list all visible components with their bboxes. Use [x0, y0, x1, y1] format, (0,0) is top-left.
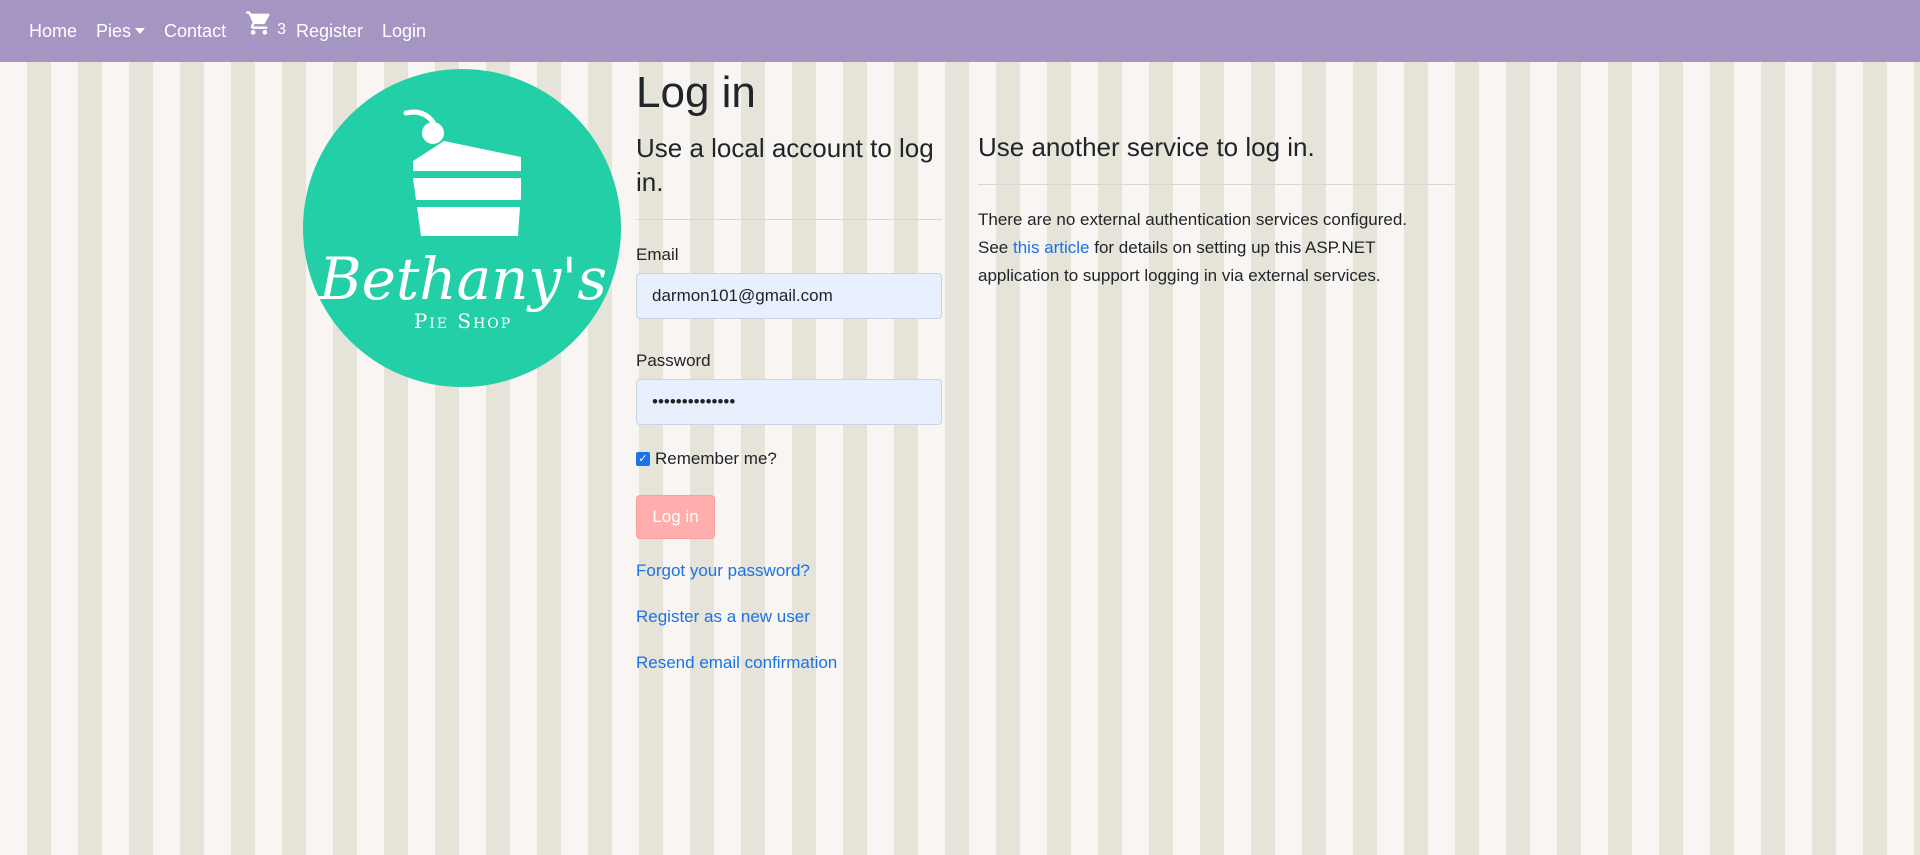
nav-login-link[interactable]: Login [382, 21, 426, 42]
divider [636, 219, 942, 220]
navbar: Home Pies Contact 3 Register Login [0, 0, 1920, 62]
divider [978, 184, 1455, 185]
remember-me-row: ✓ Remember me? [636, 449, 942, 469]
local-account-heading: Use a local account to log in. [636, 133, 934, 197]
external-info-text: There are no external authentication ser… [978, 206, 1455, 290]
forgot-password-link[interactable]: Forgot your password? [636, 561, 942, 581]
external-login-section: Use another service to log in. There are… [978, 62, 1455, 290]
cart-count-badge: 3 [277, 21, 286, 38]
password-label: Password [636, 351, 711, 370]
external-info-see: See [978, 238, 1013, 257]
shopping-cart-icon [246, 11, 270, 35]
nav-register-link[interactable]: Register [296, 21, 363, 42]
remember-me-checkbox[interactable]: ✓ [636, 452, 650, 466]
remember-me-label: Remember me? [655, 449, 777, 468]
nav-home-link[interactable]: Home [29, 21, 77, 42]
email-field[interactable] [636, 273, 942, 319]
resend-confirmation-link[interactable]: Resend email confirmation [636, 653, 942, 673]
local-login-section: Log in Use a local account to log in. Em… [636, 62, 942, 673]
password-field[interactable] [636, 379, 942, 425]
nav-contact-link[interactable]: Contact [164, 21, 226, 42]
cart-button[interactable]: 3 [245, 9, 286, 39]
caret-down-icon [135, 28, 146, 34]
external-info-line-1: There are no external authentication ser… [978, 210, 1408, 229]
register-link[interactable]: Register as a new user [636, 607, 942, 627]
bethanys-pie-shop-logo: Bethany's Pie Shop [303, 69, 621, 387]
this-article-link[interactable]: this article [1013, 238, 1090, 257]
logo-sub-text: Pie Shop [414, 309, 512, 333]
page-title: Log in [636, 68, 756, 117]
nav-pies-dropdown[interactable]: Pies [96, 20, 146, 42]
email-label: Email [636, 245, 679, 264]
logo-brand-text: Bethany's [318, 245, 607, 313]
external-service-heading: Use another service to log in. [978, 132, 1315, 162]
login-button[interactable]: Log in [636, 495, 715, 539]
nav-pies-label: Pies [96, 20, 132, 41]
